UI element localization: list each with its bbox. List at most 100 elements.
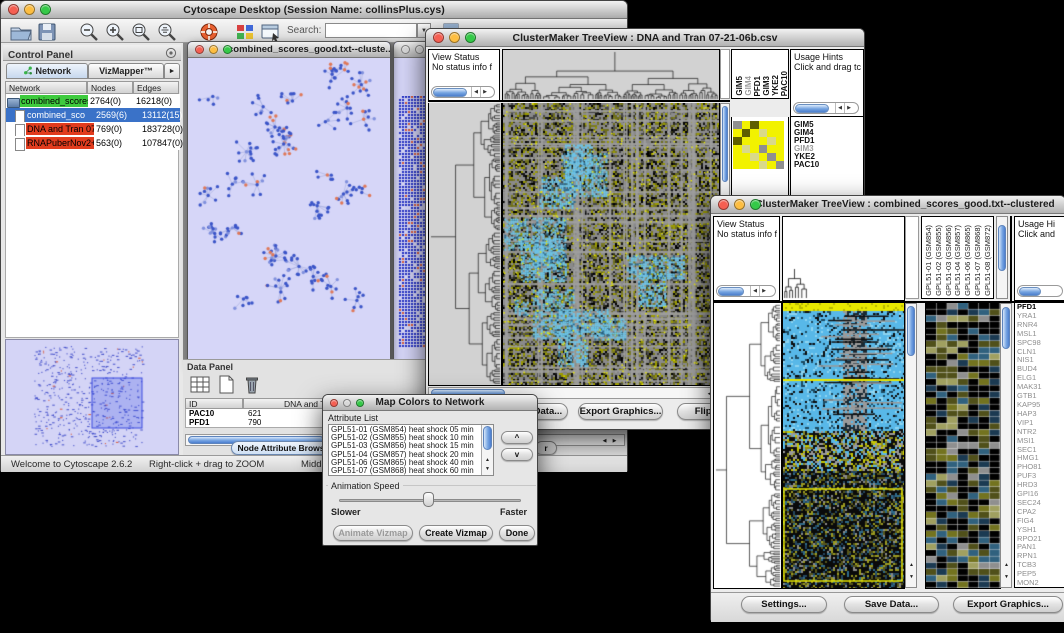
zoom-in-icon[interactable] [103,22,127,42]
scroll-down-icon[interactable]: ▼ [907,574,916,580]
tv1-row-dendrogram[interactable] [428,103,502,386]
tv2-global-vscrollbar[interactable]: ▲ ▼ [905,303,917,588]
heatmap-cell[interactable] [750,121,759,129]
column-label[interactable]: GPL51-03 (GSM856) [944,225,953,296]
column-label[interactable]: GIM5 [735,76,744,96]
treeview2-title-bar[interactable]: ClusterMaker TreeView : combined_scores_… [711,196,1064,214]
scroll-right-icon[interactable]: ▶ [480,87,489,97]
heatmap-cell[interactable] [742,145,751,153]
delete-attribute-trash-icon[interactable] [241,375,263,394]
tv2-row-dendrogram[interactable] [713,303,782,589]
tab-network[interactable]: Network [6,63,88,79]
new-attribute-icon[interactable] [215,375,237,394]
heatmap-cell[interactable] [733,129,742,137]
column-header-edges[interactable]: Edges [133,81,179,94]
maximize-icon[interactable] [223,45,232,54]
column-label[interactable]: GPL51-08 (GSM872) [983,225,992,296]
heatmap-cell[interactable] [776,161,785,169]
heatmap-cell[interactable] [742,161,751,169]
close-icon[interactable] [8,4,19,15]
tv1-zoom-heatmap[interactable] [733,121,784,169]
scrollbar-thumb[interactable] [1002,307,1010,349]
tv2-collabel-scrollbar[interactable] [996,216,1008,299]
create-vizmap-button[interactable]: Create Vizmap [419,525,493,541]
heatmap-cell[interactable] [733,121,742,129]
scroll-right-icon[interactable]: ▶ [759,286,768,296]
scroll-left-icon[interactable]: ◀ [750,286,759,296]
column-header-nodes[interactable]: Nodes [87,81,133,94]
zoom-fit-icon[interactable] [155,22,179,42]
heatmap-cell[interactable] [759,129,768,137]
tv2-zoom-heatmap[interactable] [925,303,1001,589]
minimize-icon[interactable] [343,399,351,407]
scroll-down-icon[interactable]: ▼ [483,466,492,472]
scrollbar-thumb[interactable] [998,225,1006,271]
minimize-icon[interactable] [734,199,745,210]
maximize-icon[interactable] [40,4,51,15]
maximize-icon[interactable] [356,399,364,407]
zoom-out-icon[interactable] [77,22,101,42]
heatmap-cell[interactable] [776,137,785,145]
scroll-up-icon[interactable]: ▲ [483,457,492,463]
network-frame-front[interactable]: combined_scores_good.txt--cluste... [187,41,391,367]
save-session-icon[interactable] [35,22,59,42]
heatmap-cell[interactable] [767,129,776,137]
data-column-id[interactable]: ID [185,398,243,409]
select-attributes-icon[interactable] [189,375,211,394]
save-data-button[interactable]: Save Data... [844,596,939,613]
heatmap-cell[interactable] [776,145,785,153]
heatmap-cell[interactable] [767,137,776,145]
dialog-title-bar[interactable]: Map Colors to Network [323,395,537,411]
attribute-list-item[interactable]: GPL51-02 (GSM855) heat shock 10 min [331,434,479,442]
heatmap-cell[interactable] [733,137,742,145]
heatmap-cell[interactable] [742,121,751,129]
heatmap-cell[interactable] [742,129,751,137]
node-attribute-browser-tab[interactable]: Node Attribute Brows [231,441,331,455]
heatmap-cell[interactable] [750,153,759,161]
attribute-list-item[interactable]: GPL51-06 (GSM865) heat shock 40 min [331,459,479,467]
scrollbar-thumb[interactable] [722,106,728,182]
column-label[interactable]: YKE2 [771,75,780,96]
help-icon[interactable] [197,22,221,42]
heatmap-cell[interactable] [733,153,742,161]
network-overview-panel[interactable] [5,339,179,455]
done-button[interactable]: Done [499,525,535,541]
scrollbar-thumb[interactable] [907,306,915,356]
column-label[interactable]: GPL51-04 (GSM857) [953,225,962,296]
export-graphics-button[interactable]: Export Graphics... [953,596,1063,613]
scroll-down-icon[interactable]: ▼ [1002,574,1011,580]
heatmap-cell[interactable] [733,145,742,153]
tv2-zoom-vscrollbar[interactable]: ▲ ▼ [1000,303,1012,588]
attribute-list-item[interactable]: GPL51-07 (GSM868) heat shock 60 min [331,467,479,475]
scroll-left-icon[interactable]: ◀ [600,438,609,444]
minimize-icon[interactable] [449,32,460,43]
heatmap-cell[interactable] [759,153,768,161]
maximize-icon[interactable] [750,199,761,210]
heatmap-cell[interactable] [776,153,785,161]
tv1-global-heatmap[interactable] [502,103,720,386]
tv1-status-scrollbar[interactable]: ◀ ▶ [431,86,495,98]
column-label[interactable]: GPL51-01 (GSM854) [924,225,933,296]
tv1-column-dendrogram[interactable] [502,49,720,101]
scrollbar-thumb[interactable] [795,104,829,113]
tv2-global-heatmap[interactable] [782,303,905,589]
column-label[interactable]: PAC10 [780,71,789,96]
heatmap-cell[interactable] [759,145,768,153]
network-view-canvas[interactable] [188,58,390,366]
animation-slider-thumb[interactable] [423,492,434,507]
column-header-network[interactable]: Network [5,81,87,94]
heatmap-cell[interactable] [767,121,776,129]
close-icon[interactable] [330,399,338,407]
new-window-icon[interactable] [259,22,283,42]
treeview1-title-bar[interactable]: ClusterMaker TreeView : DNA and Tran 07-… [426,29,864,47]
heatmap-cell[interactable] [733,161,742,169]
column-label[interactable]: GPL51-07 (GSM868) [973,225,982,296]
close-icon[interactable] [433,32,444,43]
heatmap-cell[interactable] [750,129,759,137]
minimize-icon[interactable] [415,45,424,54]
column-label[interactable]: PFD1 [753,76,762,96]
scrollbar-thumb[interactable] [1019,287,1041,296]
export-graphics-button[interactable]: Export Graphics... [578,403,663,420]
gene-label[interactable]: MON2 [1015,579,1064,588]
main-title-bar[interactable]: Cytoscape Desktop (Session Name: collins… [1,1,627,19]
